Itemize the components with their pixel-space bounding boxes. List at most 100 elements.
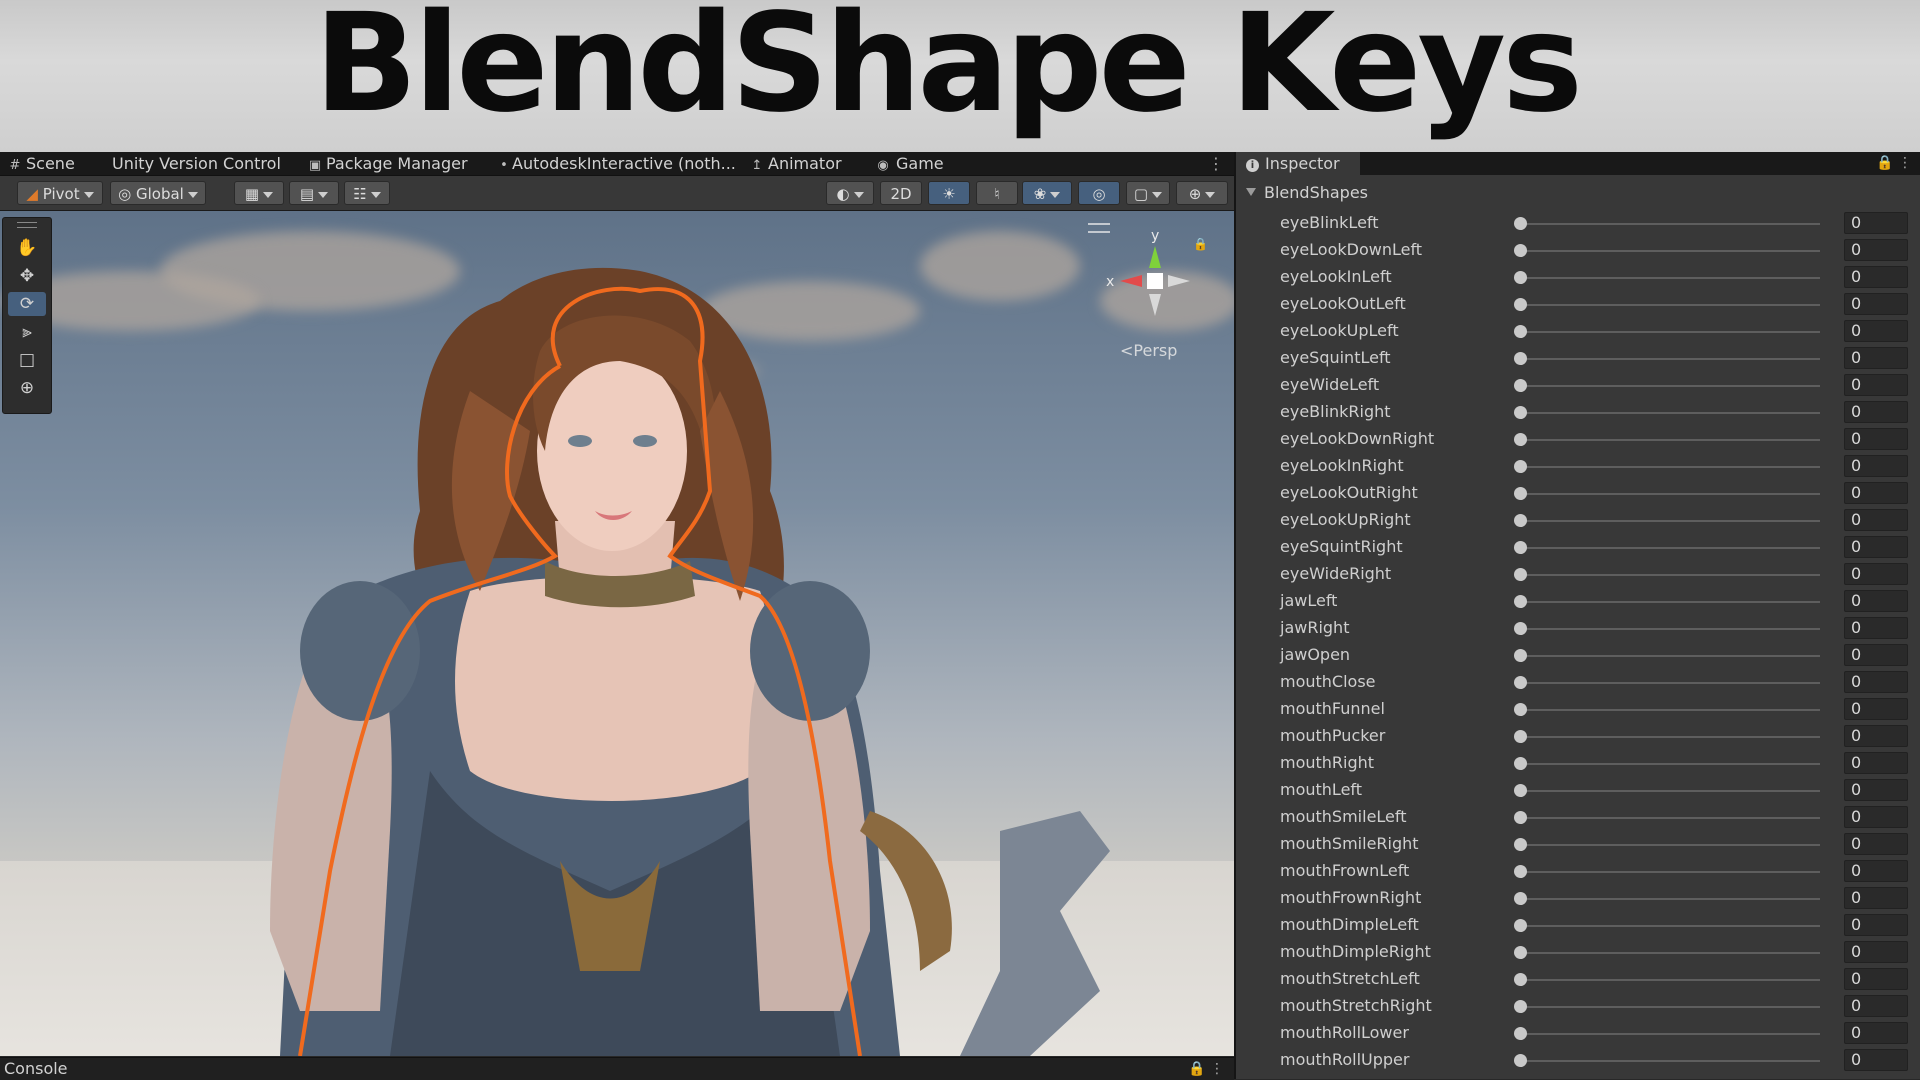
blendshape-slider[interactable] — [1520, 1060, 1820, 1062]
blendshape-slider[interactable] — [1520, 493, 1820, 495]
kebab-menu-icon[interactable]: ⋮ — [1898, 155, 1912, 171]
tab-inspector[interactable]: i Inspector — [1236, 152, 1360, 175]
slider-handle[interactable] — [1514, 622, 1527, 635]
blendshape-value-field[interactable]: 0 — [1844, 509, 1908, 531]
slider-handle[interactable] — [1514, 352, 1527, 365]
blendshape-value-field[interactable]: 0 — [1844, 374, 1908, 396]
slider-handle[interactable] — [1514, 298, 1527, 311]
blendshape-slider[interactable] — [1520, 763, 1820, 765]
blendshape-value-field[interactable]: 0 — [1844, 671, 1908, 693]
move-tool-icon[interactable]: ✥ — [8, 264, 46, 288]
blendshape-slider[interactable] — [1520, 277, 1820, 279]
slider-handle[interactable] — [1514, 1054, 1527, 1067]
slider-handle[interactable] — [1514, 244, 1527, 257]
increment-snap-dropdown[interactable]: ▤ — [289, 181, 339, 205]
blendshape-value-field[interactable]: 0 — [1844, 968, 1908, 990]
blendshape-value-field[interactable]: 0 — [1844, 914, 1908, 936]
mode-2d-toggle[interactable]: 2D — [880, 181, 922, 205]
blendshape-slider[interactable] — [1520, 385, 1820, 387]
hand-tool-icon[interactable]: ✋ — [8, 236, 46, 260]
gizmos-dropdown[interactable]: ⊕ — [1176, 181, 1228, 205]
blendshape-value-field[interactable]: 0 — [1844, 1049, 1908, 1071]
blendshape-slider[interactable] — [1520, 871, 1820, 873]
shading-mode-dropdown[interactable]: ◐ — [826, 181, 874, 205]
blendshape-slider[interactable] — [1520, 844, 1820, 846]
slider-handle[interactable] — [1514, 703, 1527, 716]
blendshape-value-field[interactable]: 0 — [1844, 455, 1908, 477]
blendshape-value-field[interactable]: 0 — [1844, 698, 1908, 720]
blendshape-slider[interactable] — [1520, 223, 1820, 225]
blendshape-value-field[interactable]: 0 — [1844, 293, 1908, 315]
slider-handle[interactable] — [1514, 541, 1527, 554]
audio-toggle[interactable]: ♮ — [976, 181, 1018, 205]
slider-handle[interactable] — [1514, 676, 1527, 689]
slider-handle[interactable] — [1514, 568, 1527, 581]
scene-view[interactable]: y x 🔒 <Persp ✋ ✥ ⟳ ⫸ □ ⊕ — [0, 211, 1234, 1056]
tab-scene[interactable]: # Scene — [8, 152, 75, 175]
hidden-objects-toggle[interactable]: ◎ — [1078, 181, 1120, 205]
blendshape-value-field[interactable]: 0 — [1844, 833, 1908, 855]
tab-autodesk-interactive[interactable]: • AutodeskInteractive (noth... — [500, 152, 736, 175]
camera-dropdown[interactable]: ▢ — [1126, 181, 1170, 205]
blendshape-value-field[interactable]: 0 — [1844, 779, 1908, 801]
blendshape-slider[interactable] — [1520, 520, 1820, 522]
slider-handle[interactable] — [1514, 838, 1527, 851]
blendshape-slider[interactable] — [1520, 250, 1820, 252]
slider-handle[interactable] — [1514, 595, 1527, 608]
blendshape-value-field[interactable]: 0 — [1844, 320, 1908, 342]
slider-handle[interactable] — [1514, 460, 1527, 473]
blendshape-value-field[interactable]: 0 — [1844, 617, 1908, 639]
rotate-tool-icon[interactable]: ⟳ — [8, 292, 46, 316]
blendshape-value-field[interactable]: 0 — [1844, 941, 1908, 963]
blendshapes-foldout[interactable]: BlendShapes — [1246, 183, 1368, 202]
slider-handle[interactable] — [1514, 919, 1527, 932]
slider-handle[interactable] — [1514, 946, 1527, 959]
blendshape-value-field[interactable]: 0 — [1844, 860, 1908, 882]
blendshape-slider[interactable] — [1520, 736, 1820, 738]
blendshape-value-field[interactable]: 0 — [1844, 239, 1908, 261]
blendshape-slider[interactable] — [1520, 898, 1820, 900]
blendshape-slider[interactable] — [1520, 601, 1820, 603]
blendshape-value-field[interactable]: 0 — [1844, 266, 1908, 288]
blendshape-slider[interactable] — [1520, 979, 1820, 981]
blendshape-slider[interactable] — [1520, 817, 1820, 819]
tab-animator[interactable]: ↥ Animator — [750, 152, 842, 175]
blendshape-slider[interactable] — [1520, 655, 1820, 657]
blendshape-slider[interactable] — [1520, 574, 1820, 576]
slider-handle[interactable] — [1514, 730, 1527, 743]
slider-handle[interactable] — [1514, 757, 1527, 770]
slider-handle[interactable] — [1514, 271, 1527, 284]
lock-icon[interactable]: 🔒 — [1876, 155, 1893, 171]
slider-handle[interactable] — [1514, 433, 1527, 446]
blendshape-slider[interactable] — [1520, 331, 1820, 333]
blendshape-value-field[interactable]: 0 — [1844, 563, 1908, 585]
blendshape-value-field[interactable]: 0 — [1844, 725, 1908, 747]
blendshape-slider[interactable] — [1520, 709, 1820, 711]
blendshape-slider[interactable] — [1520, 952, 1820, 954]
blendshape-value-field[interactable]: 0 — [1844, 347, 1908, 369]
blendshape-slider[interactable] — [1520, 439, 1820, 441]
console-tab[interactable]: Console — [4, 1058, 68, 1080]
blendshape-value-field[interactable]: 0 — [1844, 212, 1908, 234]
slider-handle[interactable] — [1514, 217, 1527, 230]
grid-visibility-dropdown[interactable]: ☷ — [344, 181, 390, 205]
tab-game[interactable]: ◉ Game — [874, 152, 943, 175]
blendshape-value-field[interactable]: 0 — [1844, 590, 1908, 612]
pivot-dropdown[interactable]: ◢ Pivot — [17, 181, 103, 205]
blendshape-slider[interactable] — [1520, 304, 1820, 306]
character-model[interactable] — [0, 211, 1234, 1056]
blendshape-value-field[interactable]: 0 — [1844, 536, 1908, 558]
slider-handle[interactable] — [1514, 1000, 1527, 1013]
slider-handle[interactable] — [1514, 325, 1527, 338]
slider-handle[interactable] — [1514, 892, 1527, 905]
tab-package-manager[interactable]: ▣ Package Manager — [308, 152, 468, 175]
slider-handle[interactable] — [1514, 487, 1527, 500]
blendshape-value-field[interactable]: 0 — [1844, 644, 1908, 666]
blendshape-slider[interactable] — [1520, 466, 1820, 468]
blendshape-value-field[interactable]: 0 — [1844, 995, 1908, 1017]
slider-handle[interactable] — [1514, 1027, 1527, 1040]
transform-tool-icon[interactable]: ⊕ — [8, 376, 46, 400]
orientation-gizmo[interactable]: y x 🔒 — [1100, 226, 1210, 336]
blendshape-value-field[interactable]: 0 — [1844, 401, 1908, 423]
slider-handle[interactable] — [1514, 811, 1527, 824]
